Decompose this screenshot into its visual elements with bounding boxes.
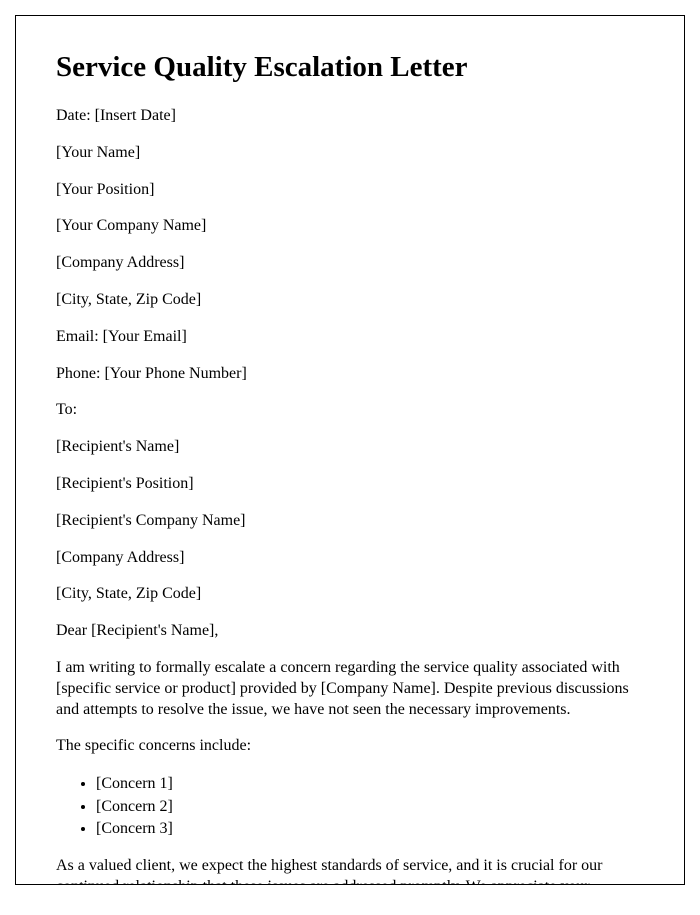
- sender-name: [Your Name]: [56, 143, 644, 164]
- concern-item: [Concern 2]: [96, 796, 644, 818]
- body-paragraph-1: I am writing to formally escalate a conc…: [56, 658, 644, 720]
- recipient-name: [Recipient's Name]: [56, 437, 644, 458]
- concern-item: [Concern 1]: [96, 773, 644, 795]
- sender-date: Date: [Insert Date]: [56, 106, 644, 127]
- concern-item: [Concern 3]: [96, 818, 644, 840]
- sender-email: Email: [Your Email]: [56, 327, 644, 348]
- sender-company: [Your Company Name]: [56, 216, 644, 237]
- recipient-address: [Company Address]: [56, 548, 644, 569]
- sender-city: [City, State, Zip Code]: [56, 290, 644, 311]
- recipient-city: [City, State, Zip Code]: [56, 584, 644, 605]
- sender-position: [Your Position]: [56, 180, 644, 201]
- recipient-position: [Recipient's Position]: [56, 474, 644, 495]
- recipient-company: [Recipient's Company Name]: [56, 511, 644, 532]
- concerns-list: [Concern 1] [Concern 2] [Concern 3]: [96, 773, 644, 840]
- sender-address: [Company Address]: [56, 253, 644, 274]
- body-paragraph-2: As a valued client, we expect the highes…: [56, 856, 644, 885]
- document-page: Service Quality Escalation Letter Date: …: [15, 15, 685, 885]
- document-title: Service Quality Escalation Letter: [56, 51, 644, 84]
- to-label: To:: [56, 400, 644, 421]
- salutation: Dear [Recipient's Name],: [56, 621, 644, 642]
- sender-phone: Phone: [Your Phone Number]: [56, 364, 644, 385]
- concerns-intro: The specific concerns include:: [56, 736, 644, 757]
